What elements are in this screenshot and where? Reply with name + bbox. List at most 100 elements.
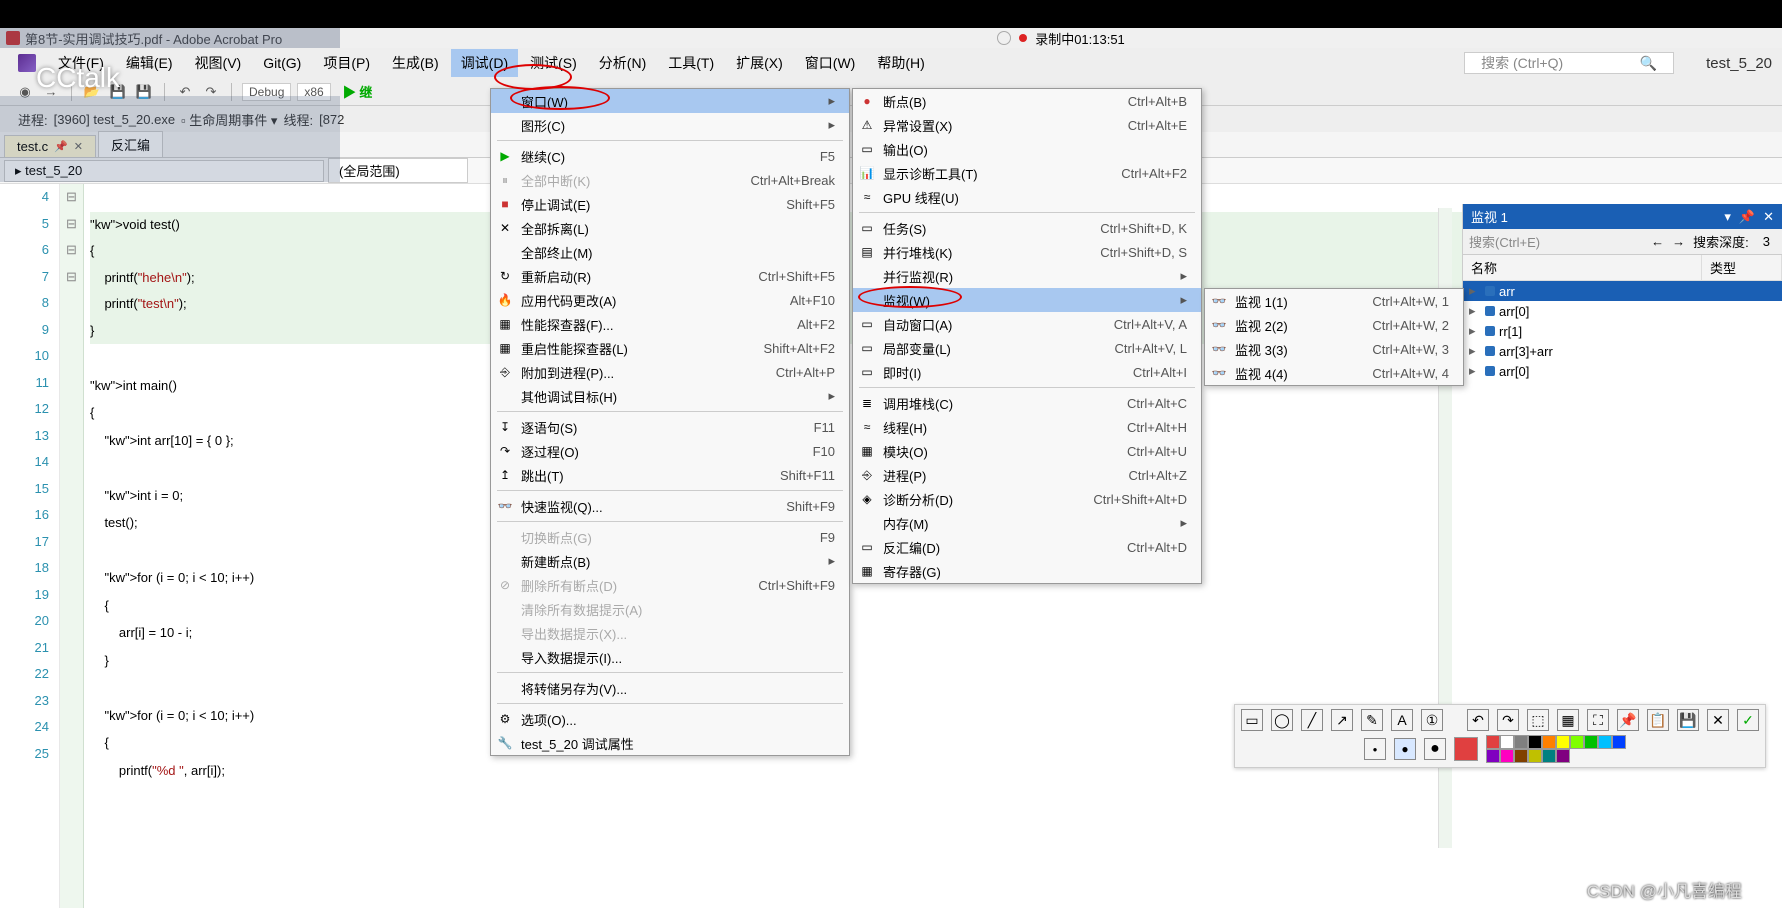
text-tool-icon[interactable]: A bbox=[1391, 709, 1413, 731]
color-swatch[interactable] bbox=[1542, 735, 1556, 749]
window-menu-item-11[interactable]: ▭局部变量(L)Ctrl+Alt+V, L bbox=[853, 336, 1201, 360]
number-tool-icon[interactable]: ① bbox=[1421, 709, 1443, 731]
color-swatch[interactable] bbox=[1598, 735, 1612, 749]
debug-menu-item-9[interactable]: 🔥应用代码更改(A)Alt+F10 bbox=[491, 288, 849, 312]
menu-analyze[interactable]: 分析(N) bbox=[589, 49, 656, 77]
config-combo[interactable]: Debug bbox=[242, 83, 291, 101]
watch-menu-item-3[interactable]: 👓监视 4(4)Ctrl+Alt+W, 4 bbox=[1205, 361, 1463, 385]
debug-menu-item-24[interactable]: 清除所有数据提示(A) bbox=[491, 597, 849, 621]
pin-tool-icon[interactable]: 📌 bbox=[1617, 709, 1639, 731]
window-menu-item-19[interactable]: 内存(M)▸ bbox=[853, 511, 1201, 535]
col-name[interactable]: 名称 bbox=[1463, 255, 1702, 280]
confirm-tool-icon[interactable]: ✓ bbox=[1737, 709, 1759, 731]
window-menu-item-2[interactable]: ▭输出(O) bbox=[853, 137, 1201, 161]
platform-combo[interactable]: x86 bbox=[297, 83, 330, 101]
window-menu-item-0[interactable]: ●断点(B)Ctrl+Alt+B bbox=[853, 89, 1201, 113]
menu-build[interactable]: 生成(B) bbox=[382, 49, 449, 77]
menu-test[interactable]: 测试(S) bbox=[520, 49, 587, 77]
watch-menu-item-1[interactable]: 👓监视 2(2)Ctrl+Alt+W, 2 bbox=[1205, 313, 1463, 337]
color-swatch[interactable] bbox=[1514, 735, 1528, 749]
undo-icon[interactable]: ↶ bbox=[175, 82, 195, 102]
menu-help[interactable]: 帮助(H) bbox=[867, 49, 934, 77]
color-swatch[interactable] bbox=[1486, 749, 1500, 763]
debug-menu-item-30[interactable]: ⚙选项(O)... bbox=[491, 707, 849, 731]
watch-row-4[interactable]: ▸arr[0] bbox=[1463, 361, 1782, 381]
expand-icon[interactable]: ▸ bbox=[1469, 283, 1481, 299]
nav-back-icon[interactable]: ◉ bbox=[15, 82, 35, 102]
undo-tool-icon[interactable]: ↶ bbox=[1467, 709, 1489, 731]
window-menu-item-9[interactable]: 监视(W)▸ bbox=[853, 288, 1201, 312]
debug-menu-item-22[interactable]: 新建断点(B)▸ bbox=[491, 549, 849, 573]
menu-extend[interactable]: 扩展(X) bbox=[726, 49, 793, 77]
menu-edit[interactable]: 编辑(E) bbox=[116, 49, 183, 77]
mosaic-tool-icon[interactable]: ▦ bbox=[1557, 709, 1579, 731]
size-m-icon[interactable]: ● bbox=[1394, 738, 1416, 760]
search-box[interactable]: 搜索 (Ctrl+Q) 🔍 bbox=[1464, 52, 1674, 74]
color-swatch[interactable] bbox=[1570, 735, 1584, 749]
debug-menu-item-25[interactable]: 导出数据提示(X)... bbox=[491, 621, 849, 645]
window-menu-item-15[interactable]: ≈线程(H)Ctrl+Alt+H bbox=[853, 415, 1201, 439]
menu-git[interactable]: Git(G) bbox=[253, 51, 311, 75]
window-menu-item-18[interactable]: ◈诊断分析(D)Ctrl+Shift+Alt+D bbox=[853, 487, 1201, 511]
window-menu-item-12[interactable]: ▭即时(I)Ctrl+Alt+I bbox=[853, 360, 1201, 384]
line-tool-icon[interactable]: ╱ bbox=[1301, 709, 1323, 731]
tab-test-c[interactable]: test.c 📌 ✕ bbox=[4, 135, 96, 157]
panel-pin-icon[interactable]: 📌 bbox=[1739, 209, 1755, 225]
debug-menu-item-21[interactable]: 切换断点(G)F9 bbox=[491, 525, 849, 549]
thread-combo[interactable]: [872 bbox=[319, 112, 344, 127]
arrow-tool-icon[interactable]: ↗ bbox=[1331, 709, 1353, 731]
expand-icon[interactable]: ▸ bbox=[1469, 363, 1481, 379]
window-menu-item-17[interactable]: ⎆进程(P)Ctrl+Alt+Z bbox=[853, 463, 1201, 487]
window-menu-item-10[interactable]: ▭自动窗口(A)Ctrl+Alt+V, A bbox=[853, 312, 1201, 336]
debug-menu-item-23[interactable]: ⊘删除所有断点(D)Ctrl+Shift+F9 bbox=[491, 573, 849, 597]
debug-menu-item-1[interactable]: 图形(C)▸ bbox=[491, 113, 849, 137]
debug-menu-item-5[interactable]: ■停止调试(E)Shift+F5 bbox=[491, 192, 849, 216]
color-swatch[interactable] bbox=[1584, 735, 1598, 749]
watch-row-3[interactable]: ▸arr[3]+arr bbox=[1463, 341, 1782, 361]
expand-icon[interactable]: ▸ bbox=[1469, 303, 1481, 319]
current-color[interactable] bbox=[1454, 737, 1478, 761]
expand-icon[interactable]: ▸ bbox=[1469, 323, 1481, 339]
redo-tool-icon[interactable]: ↷ bbox=[1497, 709, 1519, 731]
expand-tool-icon[interactable]: ⛶ bbox=[1587, 709, 1609, 731]
debug-menu-item-4[interactable]: ⏸全部中断(K)Ctrl+Alt+Break bbox=[491, 168, 849, 192]
window-menu-item-20[interactable]: ▭反汇编(D)Ctrl+Alt+D bbox=[853, 535, 1201, 559]
watch-menu-item-2[interactable]: 👓监视 3(3)Ctrl+Alt+W, 3 bbox=[1205, 337, 1463, 361]
debug-menu-item-31[interactable]: 🔧test_5_20 调试属性 bbox=[491, 731, 849, 755]
watch-menu-item-0[interactable]: 👓监视 1(1)Ctrl+Alt+W, 1 bbox=[1205, 289, 1463, 313]
nav-prev-icon[interactable]: ← bbox=[1651, 234, 1664, 249]
debug-menu-item-11[interactable]: ▦重启性能探查器(L)Shift+Alt+F2 bbox=[491, 336, 849, 360]
color-swatch[interactable] bbox=[1528, 735, 1542, 749]
depth-combo[interactable]: 3 bbox=[1757, 234, 1776, 249]
color-swatch[interactable] bbox=[1556, 735, 1570, 749]
debug-menu-item-26[interactable]: 导入数据提示(I)... bbox=[491, 645, 849, 669]
pen-tool-icon[interactable]: ✎ bbox=[1361, 709, 1383, 731]
watch-search[interactable]: 搜索(Ctrl+E) bbox=[1469, 232, 1643, 251]
rect-tool-icon[interactable]: ▭ bbox=[1241, 709, 1263, 731]
debug-menu-item-7[interactable]: 全部终止(M) bbox=[491, 240, 849, 264]
color-swatch[interactable] bbox=[1556, 749, 1570, 763]
save-tool-icon[interactable]: 💾 bbox=[1677, 709, 1699, 731]
copy-tool-icon[interactable]: 📋 bbox=[1647, 709, 1669, 731]
color-swatch[interactable] bbox=[1528, 749, 1542, 763]
lifecycle-label[interactable]: ▫ 生命周期事件 ▾ bbox=[181, 110, 277, 129]
debug-menu-item-8[interactable]: ↻重新启动(R)Ctrl+Shift+F5 bbox=[491, 264, 849, 288]
menu-tools[interactable]: 工具(T) bbox=[658, 49, 724, 77]
debug-menu-item-10[interactable]: ▦性能探查器(F)...Alt+F2 bbox=[491, 312, 849, 336]
debug-menu-item-3[interactable]: ▶继续(C)F5 bbox=[491, 144, 849, 168]
cancel-tool-icon[interactable]: ✕ bbox=[1707, 709, 1729, 731]
scope-project[interactable]: ▸ test_5_20 bbox=[4, 160, 324, 182]
debug-menu-item-12[interactable]: ⎆附加到进程(P)...Ctrl+Alt+P bbox=[491, 360, 849, 384]
close-icon[interactable]: ✕ bbox=[74, 140, 83, 153]
nav-next-icon[interactable]: → bbox=[1672, 234, 1685, 249]
watch-row-0[interactable]: ▸arr bbox=[1463, 281, 1782, 301]
debug-menu-item-16[interactable]: ↷逐过程(O)F10 bbox=[491, 439, 849, 463]
color-swatch[interactable] bbox=[1514, 749, 1528, 763]
scope-global[interactable]: (全局范围) bbox=[328, 158, 468, 183]
color-swatch[interactable] bbox=[1500, 735, 1514, 749]
panel-dropdown-icon[interactable]: ▾ bbox=[1724, 209, 1731, 225]
menu-project[interactable]: 项目(P) bbox=[313, 49, 380, 77]
window-menu-item-6[interactable]: ▭任务(S)Ctrl+Shift+D, K bbox=[853, 216, 1201, 240]
menu-debug[interactable]: 调试(D) bbox=[451, 49, 518, 77]
window-menu-item-4[interactable]: ≈GPU 线程(U) bbox=[853, 185, 1201, 209]
